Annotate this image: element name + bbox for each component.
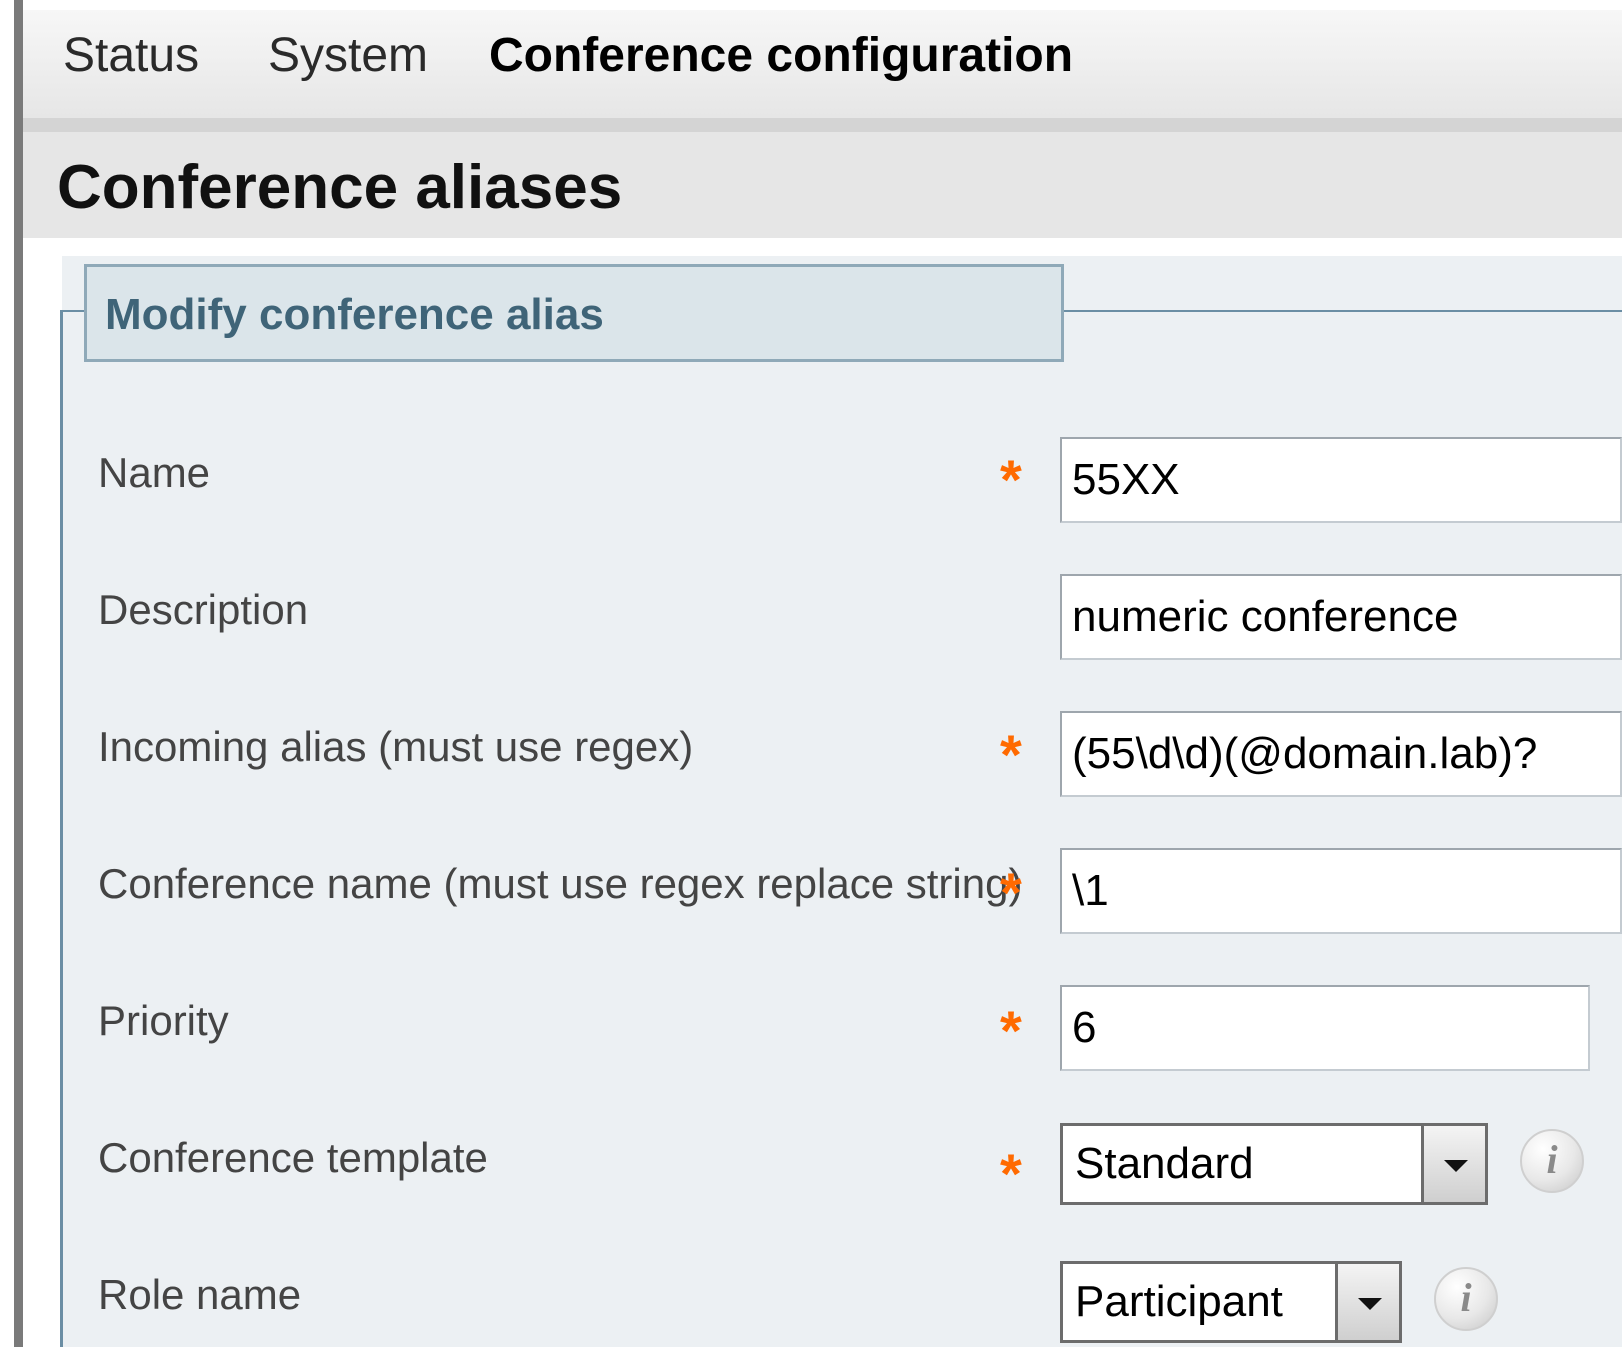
- role-name-select[interactable]: Participant: [1060, 1261, 1402, 1343]
- priority-label: Priority: [98, 997, 229, 1044]
- role-name-value: Participant: [1075, 1277, 1283, 1326]
- required-marker: *: [1000, 999, 1022, 1062]
- required-marker: *: [1000, 861, 1022, 924]
- info-icon[interactable]: i: [1434, 1267, 1498, 1331]
- info-icon[interactable]: i: [1520, 1129, 1584, 1193]
- tab-status[interactable]: Status: [63, 26, 199, 86]
- fieldset-legend: Modify conference alias: [84, 264, 1064, 362]
- chevron-down-icon[interactable]: [1335, 1264, 1399, 1340]
- required-marker: *: [1000, 723, 1022, 786]
- incoming-alias-input[interactable]: (55\d\d)(@domain.lab)?: [1060, 711, 1622, 797]
- conference-name-label: Conference name (must use regex replace …: [98, 860, 1023, 907]
- conference-template-value: Standard: [1075, 1139, 1254, 1188]
- page-header: Conference aliases: [23, 132, 1622, 238]
- priority-input[interactable]: 6: [1060, 985, 1590, 1071]
- required-marker: *: [1000, 1142, 1022, 1205]
- conference-name-input[interactable]: \1: [1060, 848, 1622, 934]
- conference-template-label: Conference template: [98, 1134, 488, 1181]
- incoming-alias-label: Incoming alias (must use regex): [98, 723, 694, 770]
- top-navigation: Status System Conference configuration: [23, 10, 1622, 118]
- chevron-down-icon[interactable]: [1421, 1126, 1485, 1202]
- page-title: Conference aliases: [57, 153, 623, 222]
- required-marker: *: [1000, 448, 1022, 511]
- role-name-label: Role name: [98, 1271, 302, 1318]
- name-input[interactable]: 55XX: [1060, 437, 1622, 523]
- legend-title: Modify conference alias: [105, 290, 604, 339]
- description-label: Description: [98, 586, 309, 633]
- conference-template-select[interactable]: Standard: [1060, 1123, 1488, 1205]
- window-left-border: [14, 0, 23, 1347]
- tab-system[interactable]: System: [268, 26, 428, 86]
- fieldset-border-left: [60, 310, 63, 1347]
- nav-divider: [23, 118, 1622, 132]
- name-label: Name: [98, 449, 211, 496]
- tab-conference-configuration[interactable]: Conference configuration: [489, 26, 1073, 86]
- description-input[interactable]: numeric conference: [1060, 574, 1622, 660]
